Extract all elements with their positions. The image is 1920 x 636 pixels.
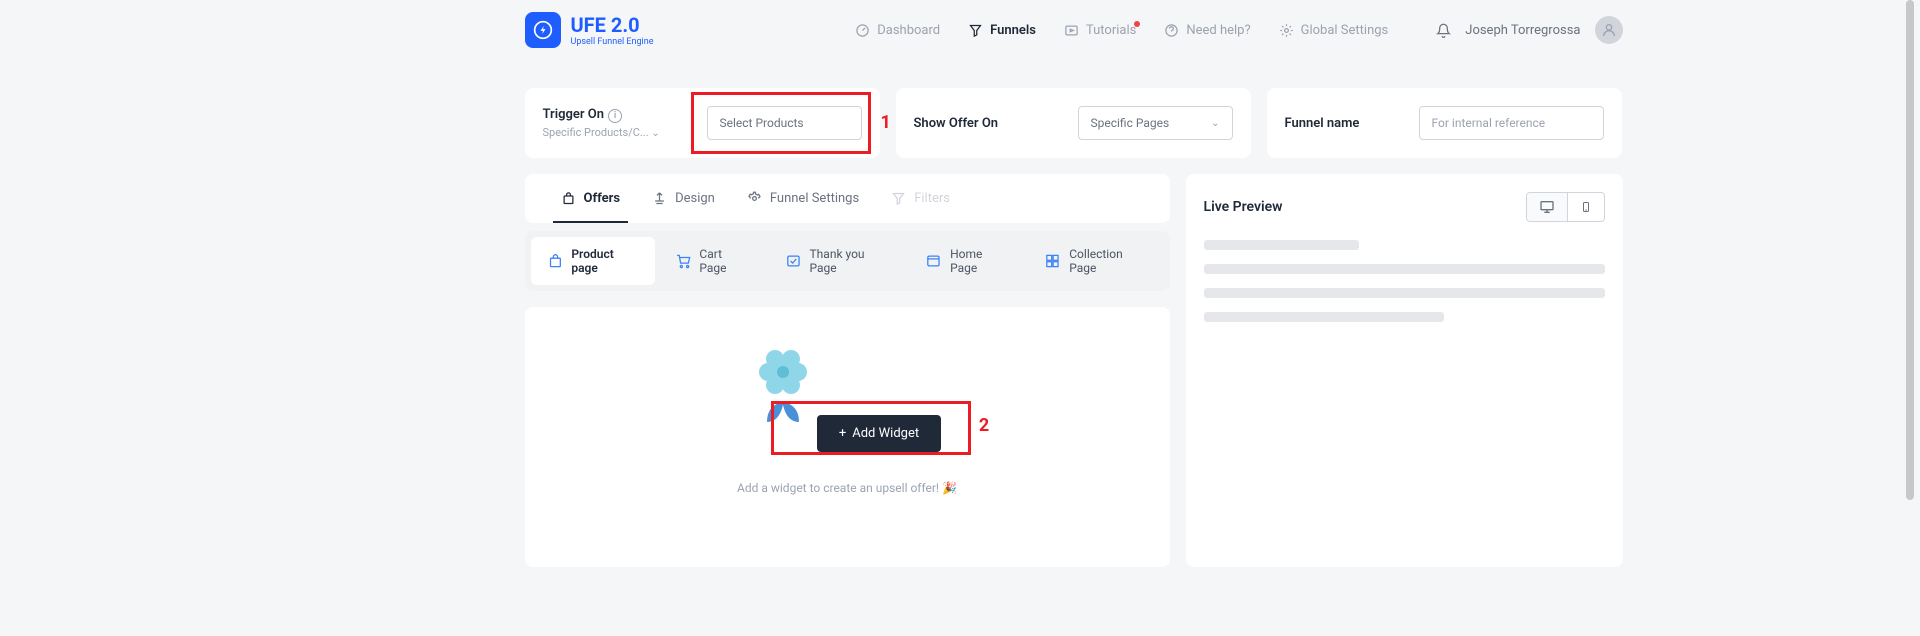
settings-icon xyxy=(747,191,762,206)
show-offer-value: Specific Pages xyxy=(1091,116,1170,130)
mobile-icon xyxy=(1580,199,1592,215)
trigger-sub[interactable]: Specific Products/C... ⌄ xyxy=(543,126,660,139)
nav-needhelp[interactable]: Need help? xyxy=(1164,23,1250,38)
callout-highlight-1 xyxy=(691,92,871,154)
chevron-down-icon: ⌄ xyxy=(1211,118,1219,129)
funnel-icon xyxy=(968,23,983,38)
subtab-collection-label: Collection Page xyxy=(1069,247,1147,275)
tab-offers-label: Offers xyxy=(584,191,621,206)
preview-title: Live Preview xyxy=(1204,199,1283,215)
preview-panel: Live Preview xyxy=(1186,174,1623,567)
gear-icon xyxy=(1279,23,1294,38)
tab-settings-label: Funnel Settings xyxy=(770,191,859,206)
card-funnel-name: Funnel name xyxy=(1267,88,1622,158)
offers-icon xyxy=(561,191,576,206)
nav-tutorials[interactable]: Tutorials xyxy=(1064,23,1136,38)
funnel-name-label: Funnel name xyxy=(1285,116,1360,131)
trigger-label: Trigger Oni xyxy=(543,107,660,123)
logo-name: UFE 2.0 xyxy=(571,13,640,37)
info-icon[interactable]: i xyxy=(608,109,622,123)
subtab-product-label: Product page xyxy=(571,247,638,275)
card-show-offer: Show Offer On Specific Pages ⌄ xyxy=(896,88,1251,158)
subtab-thankyou-label: Thank you Page xyxy=(810,247,890,275)
callout-2: 2 xyxy=(979,415,989,436)
thankyou-page-icon xyxy=(785,252,802,270)
tabs: Offers Design Funnel Settings Filters xyxy=(525,174,1170,223)
tab-settings[interactable]: Funnel Settings xyxy=(731,174,875,223)
badge-dot xyxy=(1134,21,1140,27)
show-offer-label: Show Offer On xyxy=(914,116,999,131)
nav-funnels-label: Funnels xyxy=(990,23,1036,38)
desktop-icon xyxy=(1539,199,1555,215)
subtab-product[interactable]: Product page xyxy=(531,237,655,285)
logo[interactable]: UFE 2.0 Upsell Funnel Engine xyxy=(525,12,654,48)
dashboard-icon xyxy=(855,23,870,38)
subtab-home-label: Home Page xyxy=(950,247,1008,275)
device-mobile[interactable] xyxy=(1567,193,1604,221)
logo-icon xyxy=(525,12,561,48)
nav-funnels[interactable]: Funnels xyxy=(968,23,1036,38)
help-icon xyxy=(1164,23,1179,38)
card-trigger: Trigger Oni Specific Products/C... ⌄ Sel… xyxy=(525,88,880,158)
bell-icon[interactable] xyxy=(1436,23,1451,38)
widget-helper: Add a widget to create an upsell offer! … xyxy=(545,481,1150,495)
subtab-cart-label: Cart Page xyxy=(699,247,748,275)
nav-dashboard-label: Dashboard xyxy=(877,23,940,38)
nav-dashboard[interactable]: Dashboard xyxy=(855,23,940,38)
user-icon xyxy=(1601,22,1617,38)
nav-tutorials-label: Tutorials xyxy=(1086,23,1136,38)
tab-design[interactable]: Design xyxy=(636,174,731,223)
user-name[interactable]: Joseph Torregrossa xyxy=(1465,23,1580,38)
scrollbar[interactable] xyxy=(1906,0,1914,636)
chevron-down-icon: ⌄ xyxy=(651,128,659,139)
widget-area: + Add Widget 2 Add a widget to create an… xyxy=(525,307,1170,567)
funnel-name-input[interactable] xyxy=(1419,106,1604,140)
subtab-home[interactable]: Home Page xyxy=(909,237,1024,285)
product-page-icon xyxy=(547,252,564,270)
nav-global-label: Global Settings xyxy=(1301,23,1389,38)
subtab-collection[interactable]: Collection Page xyxy=(1028,237,1163,285)
tab-design-label: Design xyxy=(675,191,715,206)
filters-icon xyxy=(891,191,906,206)
subtab-cart[interactable]: Cart Page xyxy=(659,237,765,285)
design-icon xyxy=(652,191,667,206)
subtabs: Product page Cart Page Thank you Page Ho… xyxy=(525,231,1170,291)
nav-needhelp-label: Need help? xyxy=(1186,23,1250,38)
scyroll-thumb[interactable] xyxy=(1906,0,1914,500)
avatar[interactable] xyxy=(1595,16,1623,44)
tutorials-icon xyxy=(1064,23,1079,38)
home-page-icon xyxy=(925,252,942,270)
device-desktop[interactable] xyxy=(1527,193,1567,221)
show-offer-select[interactable]: Specific Pages ⌄ xyxy=(1078,106,1233,140)
nav-global[interactable]: Global Settings xyxy=(1279,23,1389,38)
preview-skeleton xyxy=(1204,240,1605,322)
subtab-thankyou[interactable]: Thank you Page xyxy=(769,237,906,285)
logo-subtitle: Upsell Funnel Engine xyxy=(571,37,654,47)
tab-filters[interactable]: Filters xyxy=(875,174,966,223)
cart-page-icon xyxy=(675,252,692,270)
collection-page-icon xyxy=(1044,252,1061,270)
tab-offers[interactable]: Offers xyxy=(545,174,637,223)
tab-filters-label: Filters xyxy=(914,191,950,206)
device-toggle xyxy=(1526,192,1605,222)
callout-1: 1 xyxy=(881,112,891,133)
callout-highlight-2 xyxy=(771,401,971,455)
